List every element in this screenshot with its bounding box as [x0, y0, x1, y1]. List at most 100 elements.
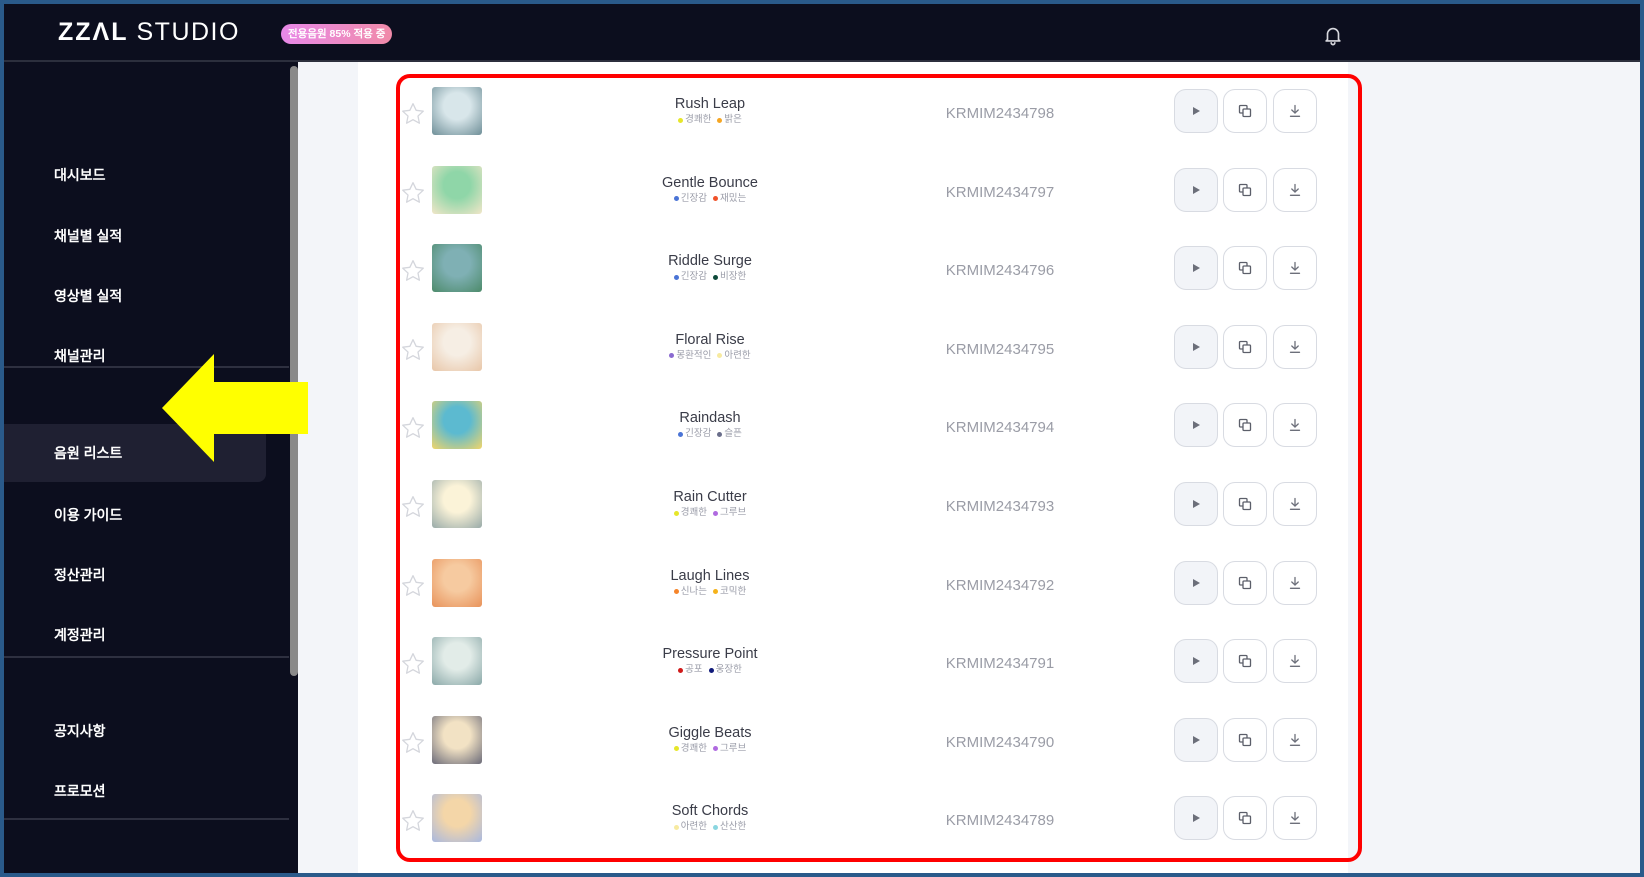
copy-button[interactable]	[1223, 89, 1267, 133]
star-outline-icon[interactable]	[400, 180, 426, 206]
track-id: KRMIM2434789	[945, 812, 1055, 830]
star-outline-icon[interactable]	[400, 808, 426, 834]
star-outline-icon[interactable]	[400, 101, 426, 127]
sidebar-item[interactable]: 대시보드	[4, 146, 266, 204]
sidebar-item[interactable]: 영상별 실적	[4, 267, 266, 325]
track-info: Pressure Point 공포 웅장한	[560, 645, 860, 676]
play-icon	[1193, 657, 1200, 666]
play-button[interactable]	[1174, 403, 1218, 448]
logo-text: STUDIO	[136, 18, 240, 46]
play-button[interactable]	[1174, 560, 1218, 605]
track-title[interactable]: Rain Cutter	[560, 488, 860, 506]
download-icon	[1289, 104, 1301, 117]
track-thumbnail[interactable]	[432, 558, 482, 607]
bell-icon[interactable]	[1322, 24, 1344, 46]
mood-tag: 긴장감	[673, 193, 707, 205]
star-outline-icon[interactable]	[400, 651, 426, 677]
copy-button[interactable]	[1223, 324, 1267, 369]
download-icon	[1289, 576, 1301, 589]
copy-icon	[1238, 419, 1252, 432]
download-button[interactable]	[1273, 246, 1317, 291]
mood-tag-label: 공포	[685, 664, 703, 676]
copy-button[interactable]	[1223, 560, 1267, 605]
download-button[interactable]	[1273, 89, 1317, 133]
copy-button[interactable]	[1223, 796, 1267, 841]
sidebar-item[interactable]: 채널별 실적	[4, 207, 266, 265]
mood-tag-label: 산산한	[720, 821, 747, 833]
mood-tag-label: 몽환적인	[676, 349, 712, 361]
star-outline-icon[interactable]	[400, 730, 426, 756]
track-title[interactable]: Riddle Surge	[560, 252, 860, 270]
sidebar-item[interactable]: 정산관리	[4, 546, 266, 604]
logo[interactable]: ZZΛL STUDIO	[58, 18, 240, 47]
download-button[interactable]	[1273, 324, 1317, 369]
download-button[interactable]	[1273, 639, 1317, 684]
mood-tag: 코믹한	[713, 586, 746, 598]
track-thumbnail[interactable]	[432, 322, 482, 371]
download-button[interactable]	[1273, 482, 1317, 526]
track-title[interactable]: Soft Chords	[560, 802, 860, 820]
play-button[interactable]	[1174, 89, 1218, 133]
track-thumbnail[interactable]	[432, 244, 482, 293]
download-button[interactable]	[1273, 560, 1317, 605]
sidebar-item-label: 대시보드	[54, 167, 106, 183]
track-title[interactable]: Pressure Point	[560, 645, 860, 663]
track-title[interactable]: Laugh Lines	[560, 567, 860, 585]
copy-button[interactable]	[1223, 717, 1267, 762]
track-title[interactable]: Rush Leap	[560, 95, 860, 113]
track-id: KRMIM2434793	[945, 498, 1055, 515]
play-button[interactable]	[1174, 482, 1218, 526]
star-outline-icon[interactable]	[400, 494, 426, 520]
mood-tag-label: 긴장감	[680, 271, 707, 283]
track-thumbnail[interactable]	[432, 87, 482, 135]
track-info: Laugh Lines 신나는 코믹한	[560, 567, 860, 598]
track-title[interactable]: Raindash	[560, 409, 860, 427]
copy-button[interactable]	[1223, 167, 1267, 212]
download-button[interactable]	[1273, 403, 1317, 448]
sidebar-item-label: 채널별 실적	[54, 228, 123, 244]
mood-tag: 경쾌한	[678, 114, 711, 126]
sidebar: 대시보드 채널별 실적 영상별 실적 채널관리 음원 리스트 이용 가이드 정산관리 계정관리…	[4, 62, 298, 873]
mood-tags: 긴장감 비장한	[560, 271, 860, 283]
play-button[interactable]	[1174, 796, 1218, 841]
download-button[interactable]	[1273, 167, 1317, 212]
copy-button[interactable]	[1223, 246, 1267, 291]
mood-tag-label: 아련한	[680, 821, 707, 833]
track-title[interactable]: Giggle Beats	[560, 724, 860, 742]
track-title[interactable]: Floral Rise	[560, 331, 860, 349]
sidebar-item-label: 정산관리	[54, 567, 106, 583]
mood-tags: 경쾌한 그루브	[560, 507, 860, 519]
download-button[interactable]	[1273, 717, 1317, 762]
track-thumbnail[interactable]	[432, 715, 482, 764]
track-thumbnail[interactable]	[432, 401, 482, 450]
track-thumbnail[interactable]	[432, 165, 482, 214]
play-button[interactable]	[1174, 246, 1218, 291]
star-outline-icon[interactable]	[400, 573, 426, 599]
copy-icon	[1238, 340, 1252, 353]
star-outline-icon[interactable]	[400, 337, 426, 363]
track-thumbnail[interactable]	[432, 637, 482, 686]
play-button[interactable]	[1174, 639, 1218, 684]
download-button[interactable]	[1273, 796, 1317, 841]
play-button[interactable]	[1174, 324, 1218, 369]
copy-button[interactable]	[1223, 482, 1267, 526]
sidebar-item[interactable]: 이용 가이드	[4, 486, 266, 544]
sidebar-item[interactable]: 공지사항	[4, 702, 266, 760]
track-thumbnail[interactable]	[432, 794, 482, 843]
mood-tag-label: 슬픈	[724, 428, 742, 440]
play-button[interactable]	[1174, 717, 1218, 762]
copy-button[interactable]	[1223, 403, 1267, 448]
sidebar-item-label: 영상별 실적	[54, 288, 123, 304]
track-thumbnail[interactable]	[432, 480, 482, 528]
mood-tag-label: 아련한	[724, 349, 751, 361]
play-button[interactable]	[1174, 167, 1218, 212]
download-icon	[1289, 419, 1301, 432]
track-title[interactable]: Gentle Bounce	[560, 174, 860, 192]
copy-button[interactable]	[1223, 639, 1267, 684]
sidebar-item[interactable]: 프로모션	[4, 762, 266, 820]
star-outline-icon[interactable]	[400, 415, 426, 441]
mood-tag-label: 코믹한	[720, 585, 747, 597]
star-outline-icon[interactable]	[400, 258, 426, 284]
track-id: KRMIM2434794	[945, 419, 1055, 437]
track-row: Laugh Lines 신나는 코믹한 KRMIM2434792	[400, 549, 1358, 627]
